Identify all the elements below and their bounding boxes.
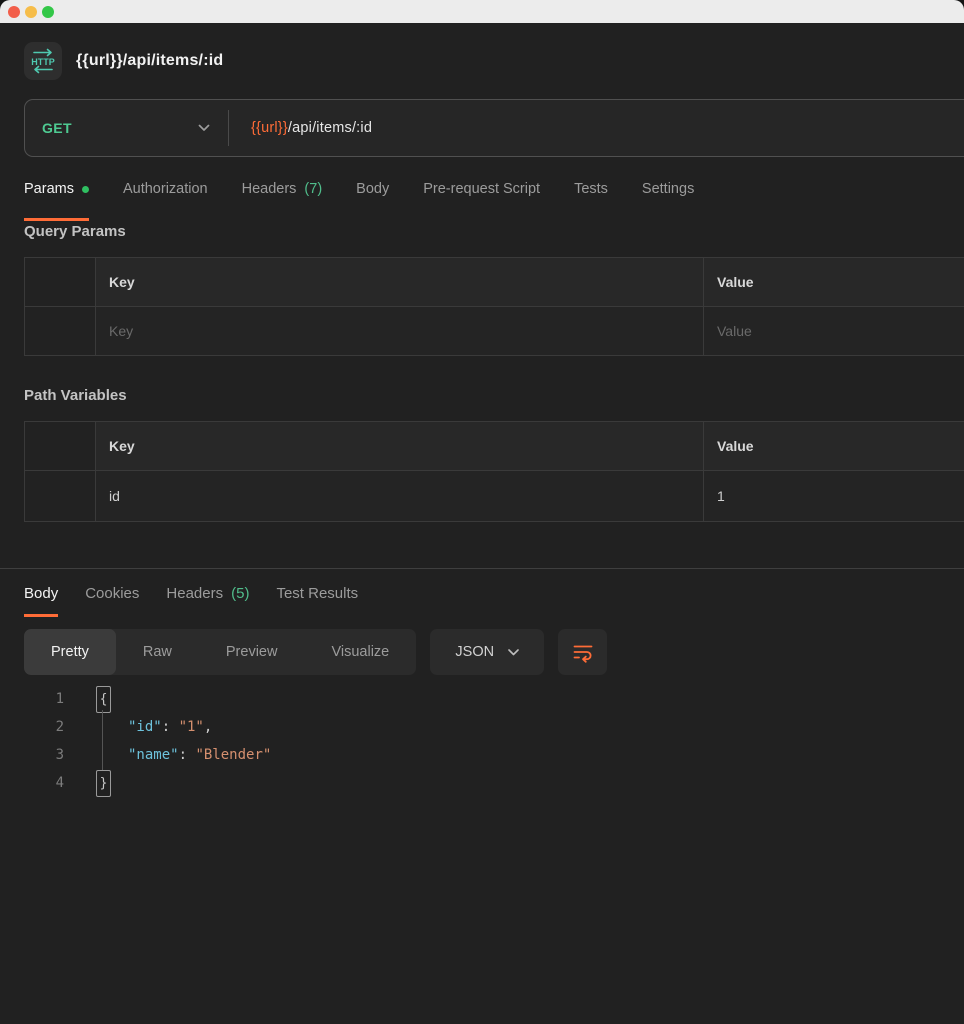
response-tab-cookies[interactable]: Cookies (85, 569, 139, 617)
tab-body-label: Body (356, 181, 389, 197)
maximize-window-button[interactable] (42, 6, 54, 18)
tab-settings-label: Settings (642, 181, 694, 197)
minimize-window-button[interactable] (25, 6, 37, 18)
tab-pre-request-script-label: Pre-request Script (423, 181, 540, 197)
line-number: 4 (0, 775, 64, 791)
params-active-dot-icon (82, 186, 89, 193)
tab-tests[interactable]: Tests (574, 157, 608, 221)
tab-params-label: Params (24, 181, 74, 197)
value-column-header: Value (703, 258, 964, 306)
chevron-down-icon (198, 124, 210, 132)
tab-body[interactable]: Body (356, 157, 389, 221)
json-value: "1" (179, 719, 204, 735)
macos-titlebar (0, 0, 964, 23)
checkbox-column-header (25, 258, 95, 306)
request-header: HTTP {{url}}/api/items/:id (0, 23, 964, 99)
value-input-cell[interactable]: 1 (703, 471, 964, 521)
fold-marker-close-brace[interactable]: } (96, 770, 111, 797)
line-number: 2 (0, 719, 64, 735)
view-pretty-button[interactable]: Pretty (24, 629, 116, 675)
query-params-table: Key Value Key Value (24, 257, 964, 356)
value-column-header: Value (703, 422, 964, 470)
tab-authorization-label: Authorization (123, 181, 208, 197)
response-tab-body[interactable]: Body (24, 569, 58, 617)
http-request-icon: HTTP (24, 42, 62, 80)
url-variable: {{url}} (251, 120, 288, 136)
value-input-cell[interactable]: Value (703, 307, 964, 355)
app-window: HTTP {{url}}/api/items/:id GET {{url}}/a… (0, 0, 964, 1024)
method-label: GET (42, 120, 72, 136)
row-checkbox-cell (25, 307, 95, 355)
fold-marker-open-brace[interactable]: { (96, 686, 111, 713)
json-key: "id" (128, 719, 162, 735)
json-punctuation: , (204, 719, 212, 735)
tab-settings[interactable]: Settings (642, 157, 694, 221)
response-tab-body-label: Body (24, 585, 58, 602)
response-tab-test-results[interactable]: Test Results (276, 569, 358, 617)
view-visualize-button[interactable]: Visualize (304, 629, 416, 675)
request-title: {{url}}/api/items/:id (76, 52, 223, 70)
table-header-row: Key Value (25, 258, 964, 306)
tab-headers[interactable]: Headers (7) (242, 157, 323, 221)
wrap-text-icon (571, 640, 595, 664)
tab-tests-label: Tests (574, 181, 608, 197)
view-mode-switcher: Pretty Raw Preview Visualize (24, 629, 416, 675)
response-body-editor: 1 { 2 "id": "1", 3 "name": "Blender" 4 } (0, 685, 964, 797)
response-tab-headers-count: (5) (231, 585, 249, 602)
fold-guide-line (102, 710, 103, 770)
method-selector[interactable]: GET (25, 100, 228, 156)
key-column-header: Key (95, 258, 703, 306)
url-input[interactable]: {{url}}/api/items/:id (229, 100, 372, 156)
code-line: 3 "name": "Blender" (0, 741, 964, 769)
response-tab-cookies-label: Cookies (85, 585, 139, 602)
line-number: 3 (0, 747, 64, 763)
json-punctuation: : (162, 719, 179, 735)
response-tabs: Body Cookies Headers (5) Test Results (24, 569, 940, 617)
close-window-button[interactable] (8, 6, 20, 18)
tab-params[interactable]: Params (24, 157, 89, 221)
url-bar: GET {{url}}/api/items/:id (24, 99, 964, 157)
request-tabs: Params Authorization Headers (7) Body Pr… (24, 157, 940, 221)
path-variables-table: Key Value id 1 (24, 421, 964, 522)
path-variables-title: Path Variables (24, 387, 940, 404)
tab-headers-count: (7) (304, 181, 322, 197)
svg-text:HTTP: HTTP (31, 57, 55, 67)
tab-pre-request-script[interactable]: Pre-request Script (423, 157, 540, 221)
line-number: 1 (0, 691, 64, 707)
json-key: "name" (128, 747, 179, 763)
tab-authorization[interactable]: Authorization (123, 157, 208, 221)
response-tab-headers-label: Headers (166, 585, 223, 602)
code-line: 4 } (0, 769, 964, 797)
code-line: 1 { (0, 685, 964, 713)
query-params-title: Query Params (24, 223, 940, 240)
url-path: /api/items/:id (288, 120, 372, 136)
key-column-header: Key (95, 422, 703, 470)
key-input-cell[interactable]: id (95, 471, 703, 521)
response-tab-headers[interactable]: Headers (5) (166, 569, 249, 617)
table-row: Key Value (25, 306, 964, 355)
view-preview-button[interactable]: Preview (199, 629, 305, 675)
table-row: id 1 (25, 470, 964, 521)
json-value: "Blender" (195, 747, 271, 763)
wrap-text-button[interactable] (558, 629, 607, 675)
response-view-bar: Pretty Raw Preview Visualize JSON (24, 629, 940, 675)
row-checkbox-cell (25, 471, 95, 521)
table-header-row: Key Value (25, 422, 964, 470)
format-selector[interactable]: JSON (430, 629, 544, 675)
code-line: 2 "id": "1", (0, 713, 964, 741)
response-tab-test-results-label: Test Results (276, 585, 358, 602)
checkbox-column-header (25, 422, 95, 470)
tab-headers-label: Headers (242, 181, 297, 197)
key-input-cell[interactable]: Key (95, 307, 703, 355)
format-selector-label: JSON (455, 644, 494, 660)
json-punctuation: : (179, 747, 196, 763)
view-raw-button[interactable]: Raw (116, 629, 199, 675)
chevron-down-icon (508, 649, 519, 656)
